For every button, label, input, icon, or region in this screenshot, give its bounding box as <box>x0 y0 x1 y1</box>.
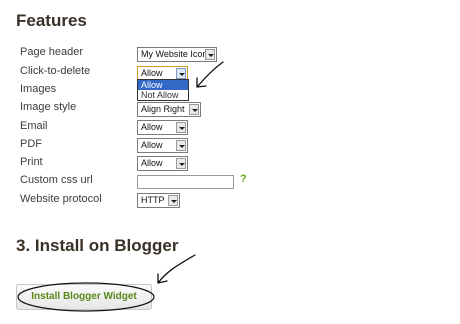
label-email: Email <box>20 120 48 132</box>
chevron-down-icon[interactable] <box>205 49 215 60</box>
pdf-select[interactable]: Allow <box>137 138 188 153</box>
label-website-protocol: Website protocol <box>20 193 102 205</box>
email-value: Allow <box>141 122 163 132</box>
install-button-label: Install Blogger Widget <box>31 291 137 302</box>
help-link[interactable]: ? <box>240 173 247 185</box>
label-custom-css-url: Custom css url <box>20 174 93 186</box>
label-pdf: PDF <box>20 138 42 150</box>
option-allow[interactable]: Allow <box>138 80 188 90</box>
image-style-select[interactable]: Align Right <box>137 102 201 117</box>
features-heading: Features <box>16 11 87 30</box>
arrow-annotation-bottom <box>157 254 196 284</box>
install-blogger-widget-button[interactable]: Install Blogger Widget <box>16 284 152 310</box>
website-protocol-select[interactable]: HTTP <box>137 193 180 208</box>
website-protocol-value: HTTP <box>141 195 165 205</box>
chevron-down-icon[interactable] <box>176 122 186 133</box>
page-header-select[interactable]: My Website Icon <box>137 47 217 62</box>
image-style-value: Align Right <box>141 104 185 114</box>
print-select[interactable]: Allow <box>137 156 188 171</box>
print-value: Allow <box>141 158 163 168</box>
chevron-down-icon[interactable] <box>168 195 178 206</box>
chevron-down-icon[interactable] <box>176 68 186 79</box>
pdf-value: Allow <box>141 140 163 150</box>
label-print: Print <box>20 156 43 168</box>
label-image-style: Image style <box>20 101 77 113</box>
page-header-value: My Website Icon <box>141 49 208 59</box>
label-click-to-delete: Click-to-delete <box>20 65 91 77</box>
click-to-delete-dropdown: Allow Not Allow <box>137 79 189 101</box>
email-select[interactable]: Allow <box>137 120 188 135</box>
arrow-annotation-top <box>196 61 224 88</box>
chevron-down-icon[interactable] <box>189 104 199 115</box>
option-not-allow[interactable]: Not Allow <box>138 90 188 100</box>
label-images: Images <box>20 83 57 95</box>
custom-css-url-input[interactable] <box>137 175 234 189</box>
chevron-down-icon[interactable] <box>176 158 186 169</box>
install-heading: 3. Install on Blogger <box>16 236 179 255</box>
chevron-down-icon[interactable] <box>176 140 186 151</box>
label-page-header: Page header <box>20 46 83 58</box>
